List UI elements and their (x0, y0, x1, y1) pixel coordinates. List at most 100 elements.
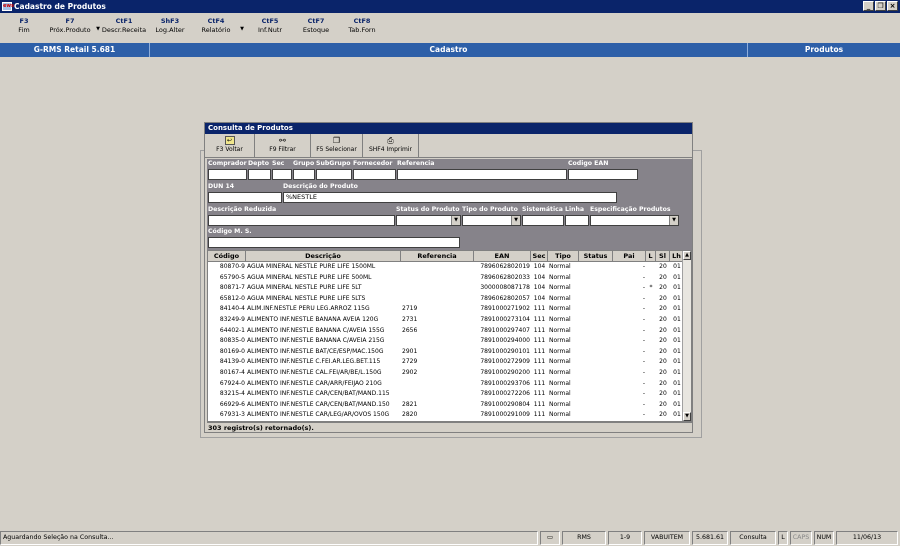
toolbar-proximo-produto-button[interactable]: F7 Próx.Produto ▼ (46, 17, 100, 35)
table-row[interactable]: 83215-4 ALIMENTO INF.NESTLE CAR/CEN/BAT/M… (208, 389, 684, 400)
toolbar-fim-button[interactable]: F3 Fim (14, 17, 34, 35)
cell-codigo: 80871-7 (219, 284, 245, 292)
fornecedor-input[interactable] (353, 169, 396, 180)
table-row[interactable]: 80871-7 AGUA MINERAL NESTLE PURE LIFE 5LT… (208, 283, 684, 294)
codigo-ms-input[interactable] (208, 237, 460, 248)
chevron-down-icon[interactable]: ▼ (669, 216, 678, 225)
column-header-tipo[interactable]: Tipo (548, 251, 579, 262)
cell-referencia: 2901 (402, 347, 418, 355)
column-header-sl[interactable]: Sl (656, 251, 670, 262)
table-row[interactable]: 80835-0 ALIMENTO INF.NESTLE BANANA C/AVEI… (208, 336, 684, 347)
column-header-codigo[interactable]: Código (208, 251, 246, 262)
table-row[interactable]: 67931-3 ALIMENTO INF.NESTLE CAR/LEG/AR/OV… (208, 410, 684, 421)
depto-input[interactable] (248, 169, 271, 180)
cell-referencia: 2729 (402, 358, 418, 366)
toolbar-estoque-button[interactable]: CtF7 Estoque (300, 17, 332, 35)
column-header-descricao[interactable]: Descrição (246, 251, 401, 262)
table-row[interactable]: 64402-1 ALIMENTO INF.NESTLE BANANA C/AVEI… (208, 326, 684, 337)
column-header-status[interactable]: Status (579, 251, 613, 262)
cell-sl: 20 (659, 379, 667, 387)
codigo-ean-input[interactable] (568, 169, 638, 180)
sistematica-input[interactable] (522, 215, 564, 226)
cell-codigo: 65812-0 (219, 294, 245, 302)
chevron-down-icon[interactable]: ▼ (451, 216, 460, 225)
cell-sec: 111 (533, 400, 546, 408)
cell-referencia (401, 283, 474, 294)
table-row[interactable]: 80167-4 ALIMENTO INF.NESTLE CAL.FEI/AR/BE… (208, 368, 684, 379)
descricao-reduzida-input[interactable] (208, 215, 395, 226)
table-row[interactable]: 84139-0 ALIMENTO INF.NESTLE C.FEI.AR.LEG.… (208, 357, 684, 368)
cell-descricao: ALIM.INF.NESTLE PERU LEG.ARROZ 115G (247, 305, 370, 313)
linha-input[interactable] (565, 215, 589, 226)
status-produto-select[interactable]: ▼ (396, 215, 461, 226)
referencia-input[interactable] (397, 169, 567, 180)
dun14-input[interactable] (208, 192, 282, 203)
cell-status (579, 294, 613, 305)
comprador-input[interactable] (208, 169, 247, 180)
column-header-sec[interactable]: Sec (531, 251, 548, 262)
table-row[interactable]: 65790-5 AGUA MINERAL NESTLE PURE LIFE 500… (208, 273, 684, 284)
table-row[interactable]: 65812-0 AGUA MINERAL NESTLE PURE LIFE 5LT… (208, 294, 684, 305)
toolbar-relatorio-button[interactable]: CtF4 Relatório ▼ (196, 17, 245, 35)
cell-status (579, 283, 613, 294)
cell-l (646, 273, 656, 284)
scroll-up-arrow-icon[interactable]: ▲ (683, 251, 691, 260)
cell-pai: - (642, 263, 645, 270)
imprimir-button[interactable]: ⎙ SHF4 Imprimir (363, 134, 419, 158)
table-row[interactable]: 83249-9 ALIMENTO INF.NESTLE BANANA AVEIA … (208, 315, 684, 326)
grid-vertical-scrollbar[interactable]: ▲ ▼ (682, 251, 691, 421)
cell-sec: 104 (533, 263, 546, 270)
minimize-button[interactable]: _ (863, 1, 874, 11)
restore-button[interactable]: ❐ (875, 1, 886, 11)
cell-ean: 7891000272206 (480, 390, 530, 398)
selecionar-button[interactable]: ❐ F5 Selecionar (311, 134, 363, 158)
toolbar-log-alter-button[interactable]: ShF3 Log.Alter (152, 17, 188, 35)
cell-referencia (401, 389, 474, 400)
especificacao-select[interactable]: ▼ (590, 215, 679, 226)
filtrar-button[interactable]: ⚯ F9 Filtrar (255, 134, 311, 158)
cell-sec: 111 (533, 369, 546, 376)
table-row[interactable]: 80169-0 ALIMENTO INF.NESTLE BAT/CE/ESP/MA… (208, 347, 684, 358)
grupo-input[interactable] (293, 169, 315, 180)
cell-status (579, 304, 613, 315)
module-label: Produtos (804, 45, 844, 54)
toolbar-inf-nutr-button[interactable]: CtF5 Inf.Nutr (254, 17, 286, 35)
cell-codigo: 80870-9 (219, 263, 245, 270)
table-row[interactable]: 67924-0 ALIMENTO INF.NESTLE CAR/ARR/FEIJA… (208, 379, 684, 390)
column-header-pai[interactable]: Pai (613, 251, 646, 262)
table-row[interactable]: 66929-6 ALIMENTO INF.NESTLE CAR/CEN/BAT/M… (208, 400, 684, 411)
cell-codigo: 80169-0 (219, 347, 245, 355)
cell-sec: 111 (533, 411, 546, 419)
scroll-down-arrow-icon[interactable]: ▼ (683, 412, 691, 421)
cell-referencia (401, 379, 474, 390)
cell-tipo: Normal (549, 337, 571, 345)
cell-pai: - (642, 273, 645, 281)
cell-descricao: AGUA MINERAL NESTLE PURE LIFE 5LTS (247, 294, 366, 302)
cell-descricao: AGUA MINERAL NESTLE PURE LIFE 5LT (247, 284, 362, 292)
cell-codigo: 83249-9 (219, 316, 245, 323)
dropdown-arrow-icon[interactable]: ▼ (240, 25, 244, 34)
subgrupo-input[interactable] (316, 169, 352, 180)
column-header-ean[interactable]: EAN (474, 251, 531, 262)
column-header-referencia[interactable]: Referencia (401, 251, 474, 262)
table-row[interactable]: 80870-9 AGUA MINERAL NESTLE PURE LIFE 150… (208, 262, 684, 273)
records-count: 303 registro(s) retornado(s). (207, 422, 692, 433)
status-bar: Aguardando Seleção na Consulta... ▭ RMS … (0, 529, 900, 546)
cell-referencia: 2719 (402, 305, 418, 313)
cell-ean: 7896062802057 (480, 294, 530, 302)
cell-l (646, 400, 656, 411)
toolbar-tab-forn-button[interactable]: CtF8 Tab.Forn (344, 17, 380, 35)
descricao-produto-input[interactable]: %NESTLE (283, 192, 617, 203)
sec-input[interactable] (272, 169, 292, 180)
toolbar-descr-receita-button[interactable]: CtF1 Descr.Receita (100, 17, 148, 35)
cell-sec: 104 (533, 294, 546, 302)
cell-codigo: 64402-1 (219, 326, 245, 334)
table-row[interactable]: 84140-4 ALIM.INF.NESTLE PERU LEG.ARROZ 11… (208, 304, 684, 315)
cell-descricao: ALIMENTO INF.NESTLE CAR/LEG/AR/OVOS 150G (247, 411, 390, 419)
close-button[interactable]: × (887, 1, 898, 11)
column-header-l[interactable]: L (646, 251, 656, 262)
chevron-down-icon[interactable]: ▼ (511, 216, 520, 225)
cell-ean: 3000008087178 (480, 284, 530, 292)
voltar-button[interactable]: ↩ F3 Voltar (205, 134, 255, 158)
tipo-produto-select[interactable]: ▼ (462, 215, 521, 226)
